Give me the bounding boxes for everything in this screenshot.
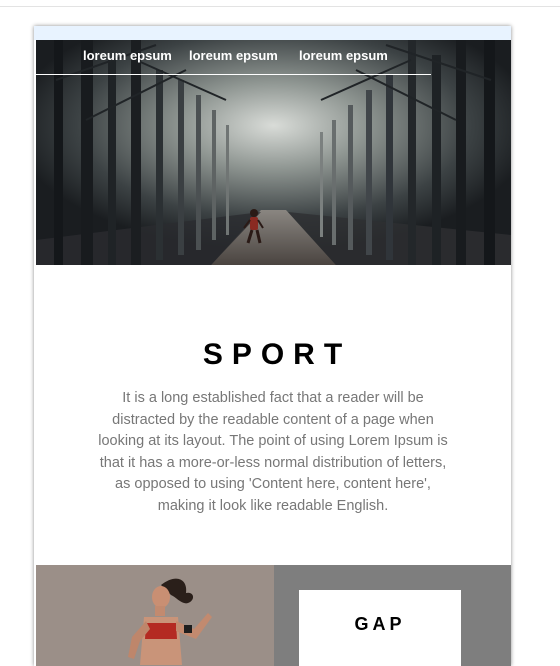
feature-image [36,565,274,666]
gray-panel: GAP [274,565,511,666]
top-navigation: loreum epsum loreum epsum loreum epsum [36,48,431,75]
nav-link-3[interactable]: loreum epsum [299,48,388,63]
card-top-strip [34,26,511,40]
hero-banner: loreum epsum loreum epsum loreum epsum [36,40,511,265]
gap-label: GAP [354,614,406,634]
section-title: SPORT [202,338,352,371]
email-card: loreum epsum loreum epsum loreum epsum S… [34,26,511,666]
nav-link-2[interactable]: loreum epsum [189,48,278,63]
gap-box: GAP [299,590,461,666]
nav-link-1[interactable]: loreum epsum [83,48,172,63]
browser-edge [0,0,560,7]
section-body: It is a long established fact that a rea… [98,390,448,514]
woman-runner-photo [36,565,274,666]
